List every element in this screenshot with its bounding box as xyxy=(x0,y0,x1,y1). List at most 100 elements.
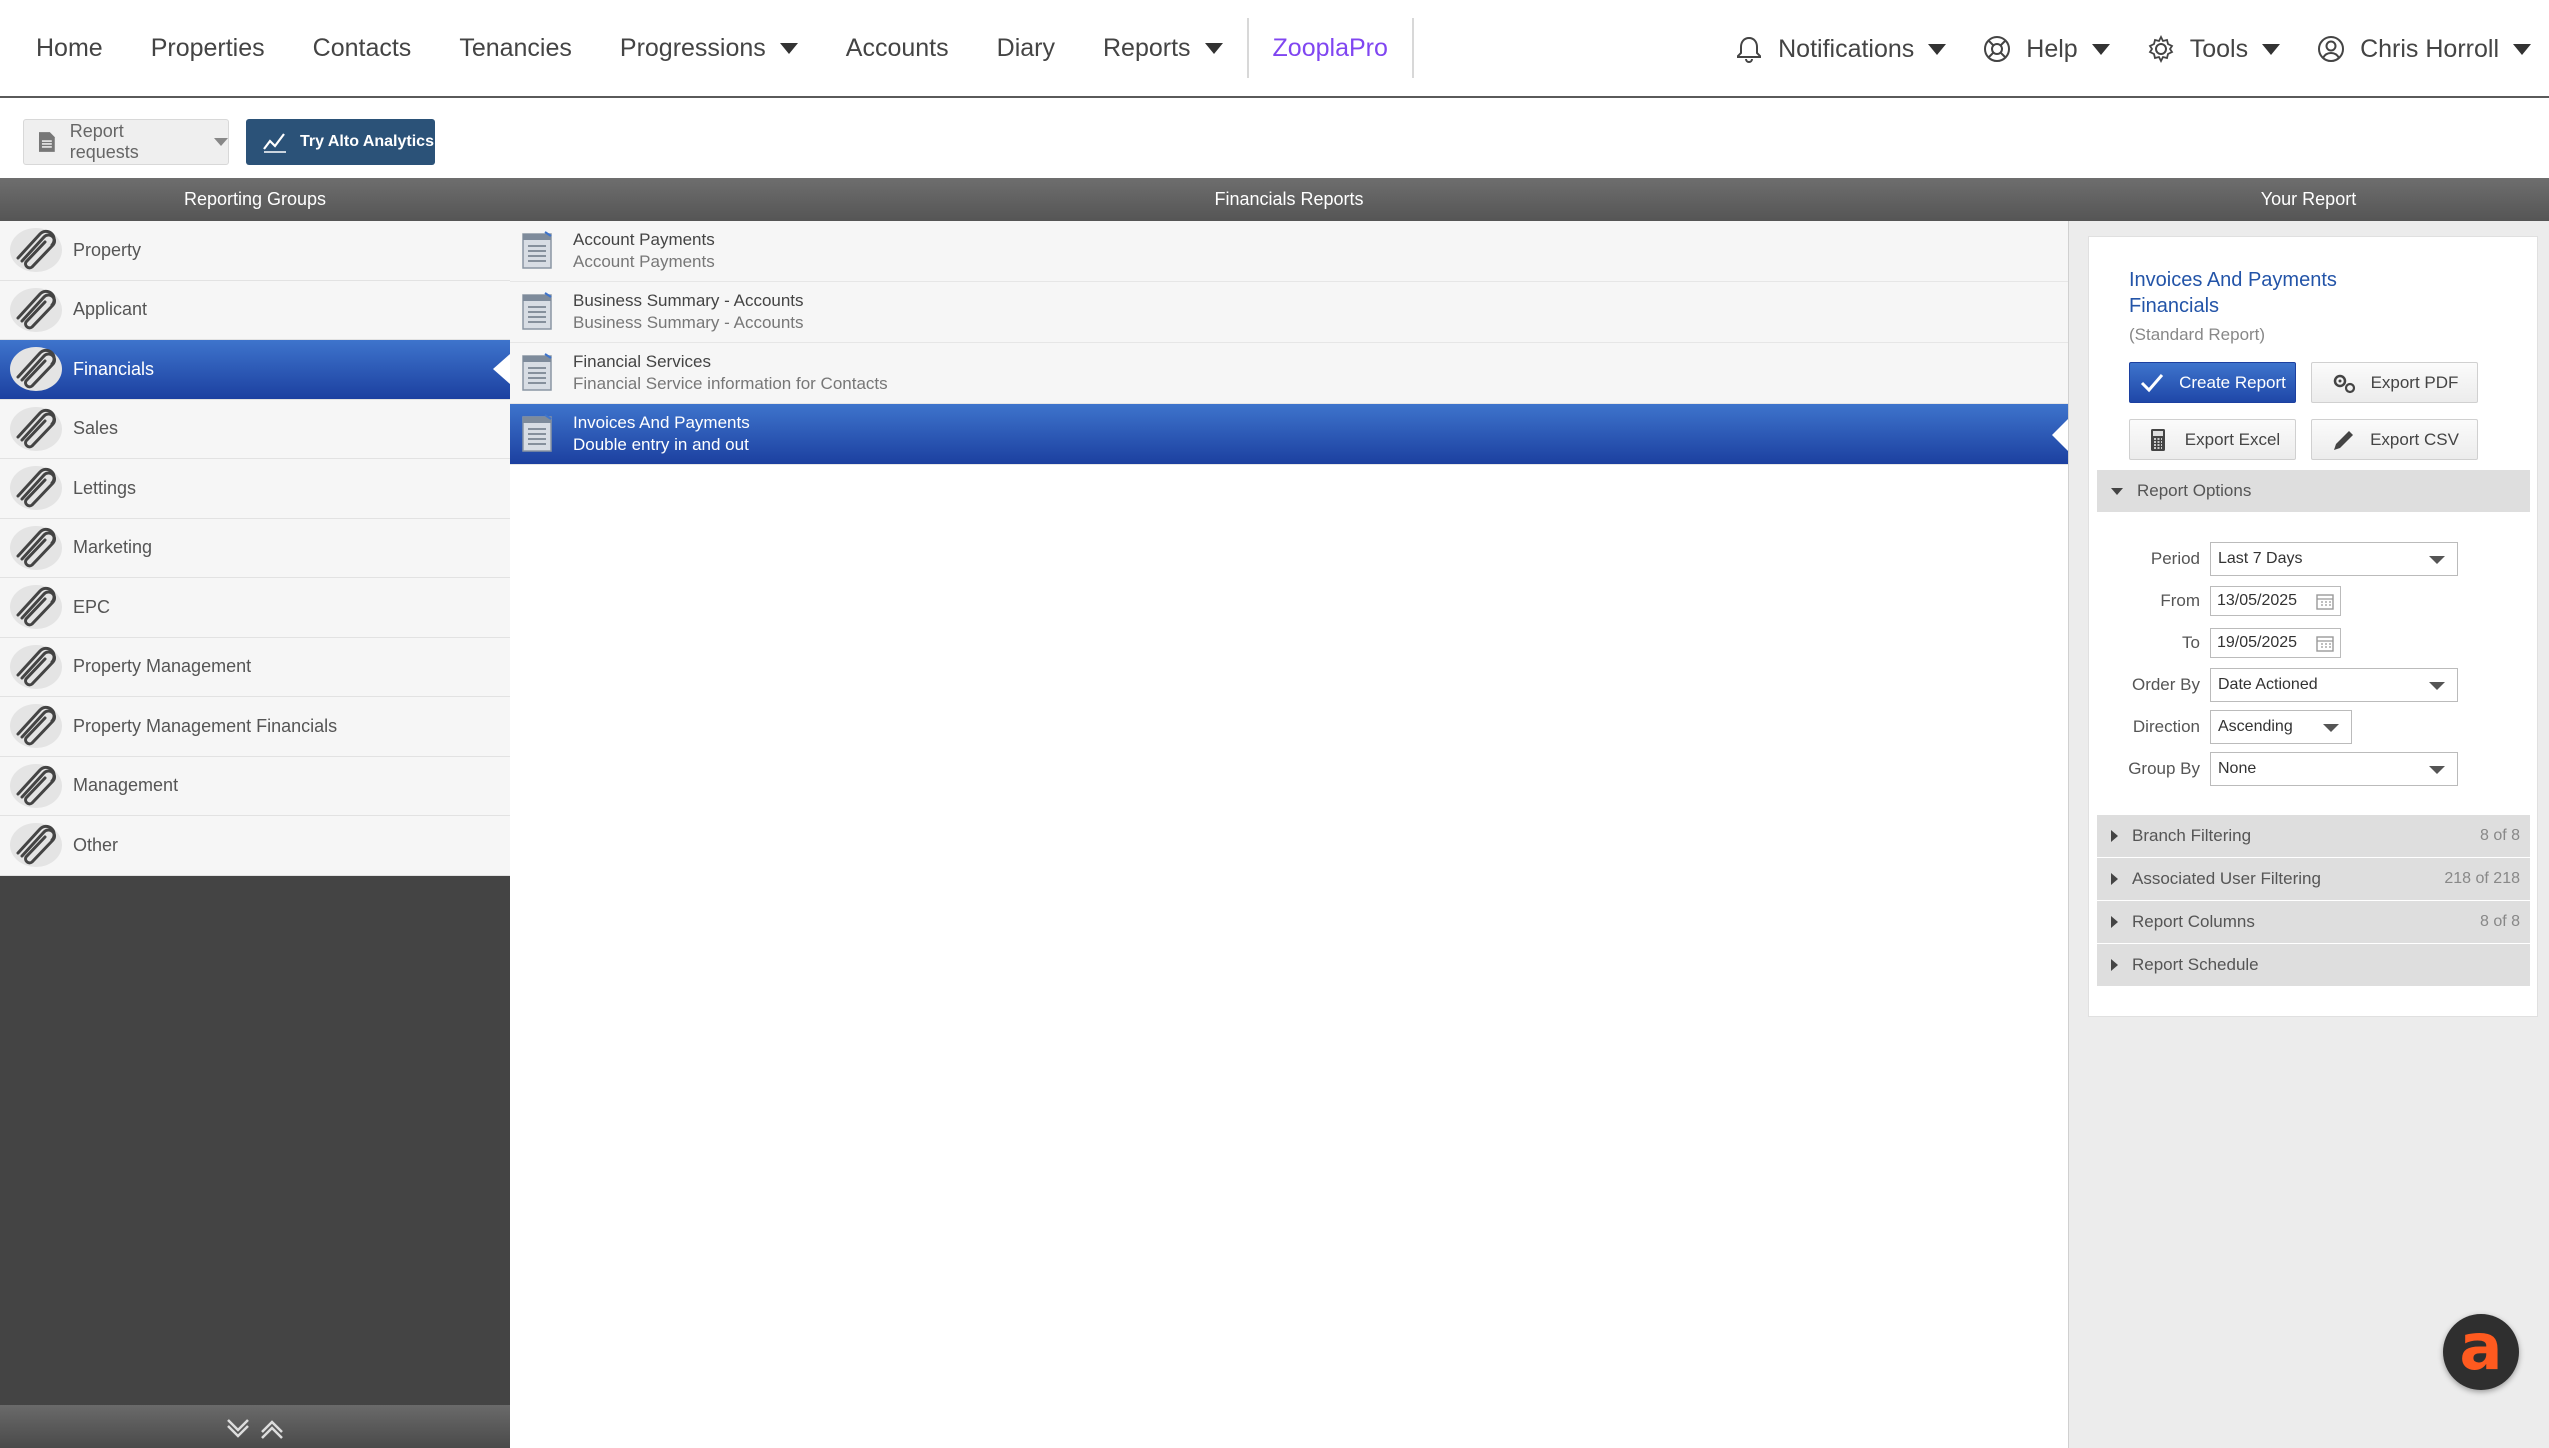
chevron-down-icon xyxy=(2513,43,2531,55)
reporting-group-marketing[interactable]: Marketing xyxy=(0,518,510,578)
nav-diary[interactable]: Diary xyxy=(973,0,1079,97)
group-by-select[interactable]: None xyxy=(2210,752,2458,786)
your-report-panel: Invoices And Payments Financials (Standa… xyxy=(2068,221,2549,1448)
report-schedule-header[interactable]: Report Schedule xyxy=(2097,944,2530,986)
report-detail-card: Invoices And Payments Financials (Standa… xyxy=(2088,236,2538,1017)
caret-down-icon xyxy=(2111,487,2123,495)
report-options-header[interactable]: Report Options xyxy=(2097,470,2530,512)
reporting-group-property-management-financials[interactable]: Property Management Financials xyxy=(0,697,510,757)
financials-reports-header: Financials Reports xyxy=(510,178,2068,221)
report-options-label: Report Options xyxy=(2137,481,2252,500)
nav-home[interactable]: Home xyxy=(0,0,127,97)
your-report-header: Your Report xyxy=(2068,178,2549,221)
reporting-group-property[interactable]: Property xyxy=(0,221,510,281)
export-pdf-label: Export PDF xyxy=(2370,372,2459,392)
period-value: Last 7 Days xyxy=(2218,550,2303,567)
direction-row: Direction Ascending xyxy=(2097,710,2530,744)
report-title-group: Financials xyxy=(2129,295,2220,317)
to-date-value: 19/05/2025 xyxy=(2217,634,2298,651)
to-date-field[interactable]: 19/05/2025 xyxy=(2210,628,2341,658)
direction-label: Direction xyxy=(2132,717,2200,736)
associated-user-filtering-count: 218 of 218 xyxy=(2444,870,2520,887)
nav-right-group: Notifications Help Tools Chris Horroll xyxy=(1716,0,2549,98)
nav-help[interactable]: Help xyxy=(1964,0,2127,98)
reporting-group-management[interactable]: Management xyxy=(0,756,510,816)
report-title-name: Invoices And Payments xyxy=(2129,269,2337,291)
reporting-group-sales[interactable]: Sales xyxy=(0,399,510,459)
reporting-group-epc[interactable]: EPC xyxy=(0,578,510,638)
financials-reports-panel: Account Payments Account Payments Business… xyxy=(510,221,2068,1448)
calendar-icon[interactable] xyxy=(2316,593,2334,610)
report-requests-button[interactable]: Report requests xyxy=(23,119,229,165)
report-type: (Standard Report) xyxy=(2129,325,2266,344)
reporting-group-label: Other xyxy=(73,834,119,855)
reporting-group-applicant[interactable]: Applicant xyxy=(0,280,510,340)
create-report-label: Create Report xyxy=(2179,372,2286,392)
paperclip-icon xyxy=(8,225,64,275)
report-title: Invoices And Payments Financials xyxy=(2129,267,2337,319)
caret-right-icon xyxy=(2111,916,2118,928)
alto-logo-icon: a xyxy=(2459,1311,2503,1385)
report-item-invoices-and-payments[interactable]: Invoices And Payments Double entry in and… xyxy=(510,404,2068,465)
from-date-field[interactable]: 13/05/2025 xyxy=(2210,586,2341,616)
direction-select[interactable]: Ascending xyxy=(2210,710,2352,744)
nav-progressions[interactable]: Progressions xyxy=(596,0,822,97)
nav-contacts[interactable]: Contacts xyxy=(289,0,436,97)
export-csv-button[interactable]: Export CSV xyxy=(2311,419,2478,460)
reporting-group-label: Financials xyxy=(73,358,155,379)
order-by-row: Order By Date Actioned xyxy=(2097,668,2530,702)
associated-user-filtering-header[interactable]: Associated User Filtering 218 of 218 xyxy=(2097,858,2530,900)
order-by-select[interactable]: Date Actioned xyxy=(2210,668,2458,702)
associated-user-filtering-label: Associated User Filtering xyxy=(2132,869,2321,888)
reporting-group-label: Marketing xyxy=(73,537,153,558)
report-description: Business Summary - Accounts xyxy=(573,313,804,332)
report-description: Account Payments xyxy=(573,252,715,271)
paperclip-icon xyxy=(8,761,64,811)
nav-properties[interactable]: Properties xyxy=(127,0,289,97)
reporting-group-property-management[interactable]: Property Management xyxy=(0,637,510,697)
report-requests-label: Report requests xyxy=(69,121,139,162)
period-select[interactable]: Last 7 Days xyxy=(2210,542,2458,576)
branch-filtering-header[interactable]: Branch Filtering 8 of 8 xyxy=(2097,815,2530,857)
reporting-group-label: Property xyxy=(73,239,142,260)
nav-zooplapro[interactable]: ZooplaPro xyxy=(1249,0,1412,97)
chevron-down-icon xyxy=(2091,43,2110,55)
chat-launcher-button[interactable]: a xyxy=(2443,1314,2519,1390)
report-item-financial-services[interactable]: Financial Services Financial Service info… xyxy=(510,343,2068,404)
group-by-row: Group By None xyxy=(2097,752,2530,786)
report-document-icon xyxy=(521,292,555,332)
reporting-group-other[interactable]: Other xyxy=(0,816,510,876)
calendar-icon[interactable] xyxy=(2316,635,2334,652)
nav-user-menu[interactable]: Chris Horroll xyxy=(2298,0,2549,98)
try-alto-analytics-button[interactable]: Try Alto Analytics xyxy=(246,119,435,165)
from-row: From 13/05/2025 xyxy=(2097,584,2530,618)
report-text: Account Payments Account Payments xyxy=(573,229,715,273)
nav-notifications[interactable]: Notifications xyxy=(1716,0,1964,98)
nav-tools[interactable]: Tools xyxy=(2128,0,2298,98)
reporting-groups-panel: Property Applicant Financials Sales Lettings… xyxy=(0,221,510,1448)
export-excel-label: Export Excel xyxy=(2184,429,2281,449)
collapse-expand-bar[interactable] xyxy=(0,1405,510,1448)
nav-reports[interactable]: Reports xyxy=(1079,0,1247,97)
report-item-business-summary-accounts[interactable]: Business Summary - Accounts Business Summ… xyxy=(510,282,2068,343)
lifebuoy-icon xyxy=(1982,34,2012,64)
document-icon xyxy=(38,132,55,152)
report-item-account-payments[interactable]: Account Payments Account Payments xyxy=(510,221,2068,282)
export-pdf-button[interactable]: Export PDF xyxy=(2311,362,2478,403)
order-by-value: Date Actioned xyxy=(2218,676,2318,693)
reporting-group-financials[interactable]: Financials xyxy=(0,340,510,400)
report-columns-header[interactable]: Report Columns 8 of 8 xyxy=(2097,901,2530,943)
group-by-label: Group By xyxy=(2128,759,2200,778)
nav-help-label: Help xyxy=(2026,34,2078,63)
branch-filtering-label: Branch Filtering xyxy=(2132,826,2252,845)
caret-right-icon xyxy=(2111,873,2118,885)
branch-filtering-count: 8 of 8 xyxy=(2479,827,2520,844)
collapse-expand-chevrons-icon[interactable] xyxy=(220,1412,290,1442)
export-excel-button[interactable]: Export Excel xyxy=(2129,419,2296,460)
report-columns-count: 8 of 8 xyxy=(2479,913,2520,930)
create-report-button[interactable]: Create Report xyxy=(2129,362,2296,403)
nav-tenancies[interactable]: Tenancies xyxy=(435,0,596,97)
reporting-group-label: Property Management Financials xyxy=(73,715,338,736)
nav-accounts[interactable]: Accounts xyxy=(822,0,973,97)
reporting-group-lettings[interactable]: Lettings xyxy=(0,459,510,519)
